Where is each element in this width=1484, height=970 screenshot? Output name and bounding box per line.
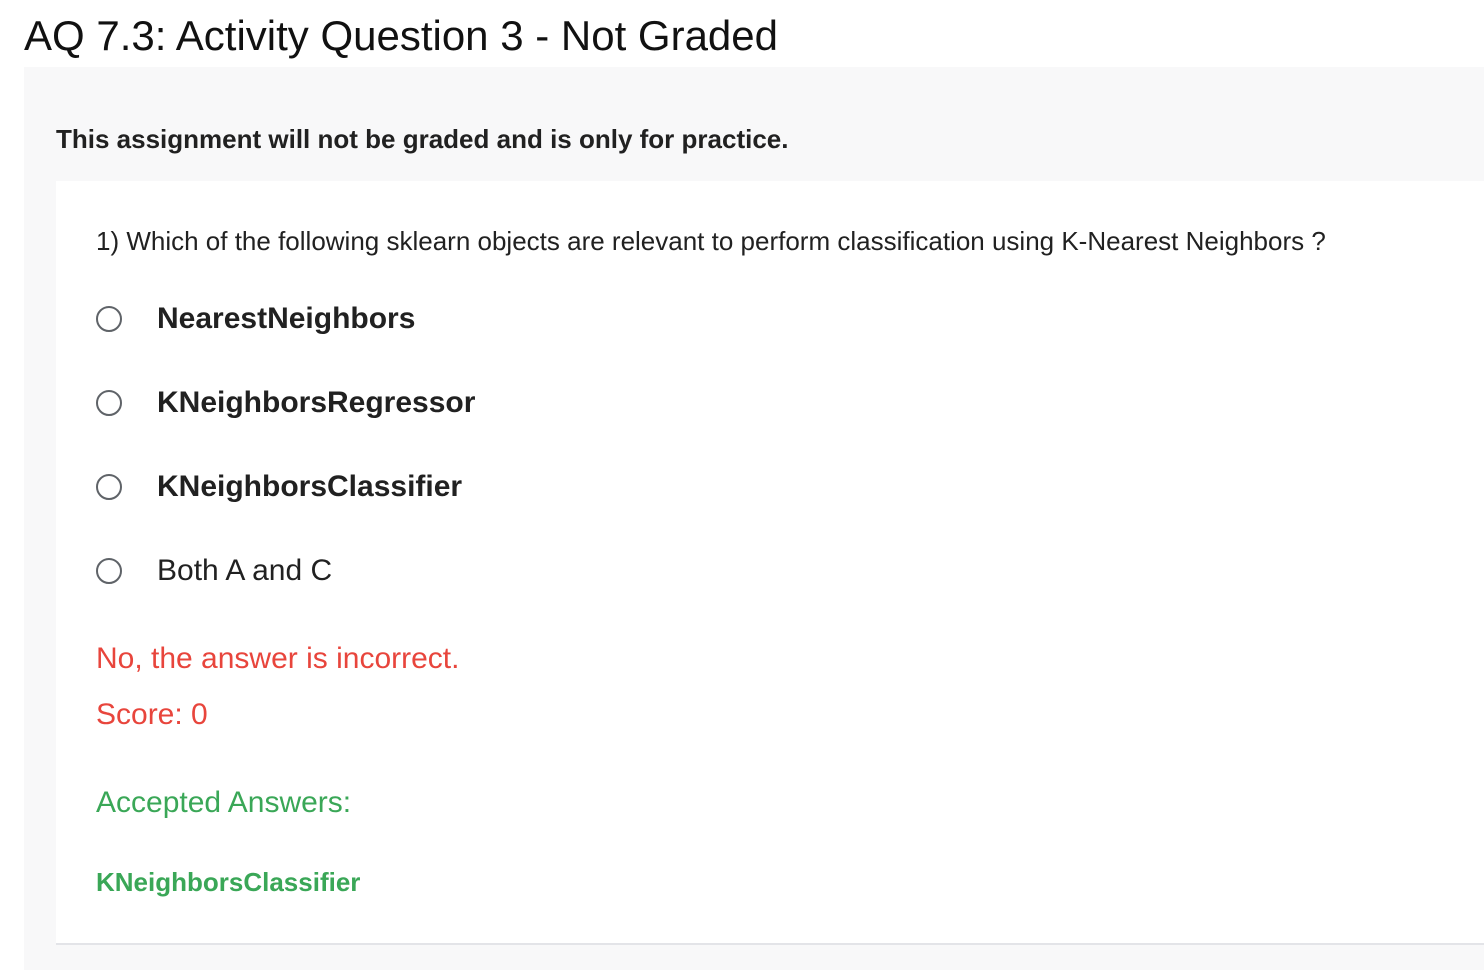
option-d[interactable]: Both A and C xyxy=(96,551,332,591)
radio-button-icon[interactable] xyxy=(96,306,122,332)
result-message: No, the answer is incorrect. xyxy=(96,642,460,675)
assignment-panel: This assignment will not be graded and i… xyxy=(24,67,1484,970)
option-a[interactable]: NearestNeighbors xyxy=(96,299,415,339)
radio-button-icon[interactable] xyxy=(96,390,122,416)
option-a-label[interactable]: NearestNeighbors xyxy=(157,299,415,339)
radio-button-icon[interactable] xyxy=(96,558,122,584)
option-c[interactable]: KNeighborsClassifier xyxy=(96,467,462,507)
option-b[interactable]: KNeighborsRegressor xyxy=(96,383,475,423)
question-text: 1) Which of the following sklearn object… xyxy=(96,226,1326,256)
accepted-answers-heading: Accepted Answers: xyxy=(96,786,352,819)
practice-notice: This assignment will not be graded and i… xyxy=(56,124,789,154)
option-b-label[interactable]: KNeighborsRegressor xyxy=(157,383,475,423)
option-d-label[interactable]: Both A and C xyxy=(157,551,332,591)
question-card: 1) Which of the following sklearn object… xyxy=(56,181,1484,945)
page-title: AQ 7.3: Activity Question 3 - Not Graded xyxy=(24,12,779,59)
accepted-answer-value: KNeighborsClassifier xyxy=(96,867,361,897)
radio-button-icon[interactable] xyxy=(96,474,122,500)
score-text: Score: 0 xyxy=(96,698,208,731)
option-c-label[interactable]: KNeighborsClassifier xyxy=(157,467,462,507)
